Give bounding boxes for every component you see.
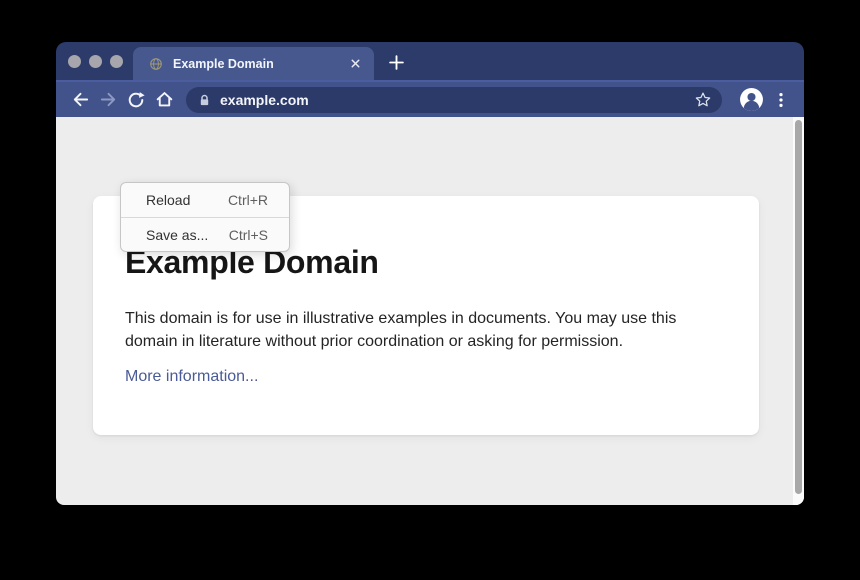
page-body-text: This domain is for use in illustrative e… [125,307,711,353]
new-tab-button[interactable] [386,52,406,72]
favicon-globe-icon [149,57,163,71]
browser-window: Example Domain [56,42,804,505]
menu-item-label: Save as... [146,227,208,243]
home-icon [155,90,174,109]
menu-item-label: Reload [146,192,190,208]
window-close-button[interactable] [68,55,81,68]
reload-button[interactable] [122,86,150,114]
lock-icon [198,93,211,107]
back-button[interactable] [66,86,94,114]
bookmark-button[interactable] [690,87,716,113]
context-menu: Reload Ctrl+R Save as... Ctrl+S [120,182,290,252]
tab-example-domain[interactable]: Example Domain [133,47,374,80]
menu-item-shortcut: Ctrl+S [229,227,268,243]
back-arrow-icon [71,90,90,109]
tab-close-icon[interactable] [349,57,362,70]
more-information-link[interactable]: More information... [125,368,258,385]
forward-button[interactable] [94,86,122,114]
context-menu-item-save-as[interactable]: Save as... Ctrl+S [121,217,289,251]
plus-icon [388,54,405,71]
context-menu-item-reload[interactable]: Reload Ctrl+R [121,183,289,217]
browser-toolbar: example.com [56,80,804,117]
scrollbar-track[interactable] [793,117,804,505]
kebab-menu-icon [772,91,790,109]
tab-title: Example Domain [173,57,349,71]
window-minimize-button[interactable] [89,55,102,68]
window-zoom-button[interactable] [110,55,123,68]
browser-menu-button[interactable] [770,87,792,113]
url-text[interactable]: example.com [220,92,690,108]
forward-arrow-icon [99,90,118,109]
tab-strip: Example Domain [56,42,804,80]
star-icon [694,91,712,109]
scrollbar-thumb[interactable] [795,120,802,494]
menu-item-shortcut: Ctrl+R [228,192,268,208]
home-button[interactable] [150,86,178,114]
page-viewport: Example Domain This domain is for use in… [56,117,804,505]
avatar-icon [739,87,764,112]
window-controls [68,42,123,80]
desktop-background: { "browser": { "tab_title": "Example Dom… [0,0,860,580]
address-bar[interactable]: example.com [186,87,722,113]
profile-button[interactable] [738,87,764,113]
reload-icon [127,91,145,109]
